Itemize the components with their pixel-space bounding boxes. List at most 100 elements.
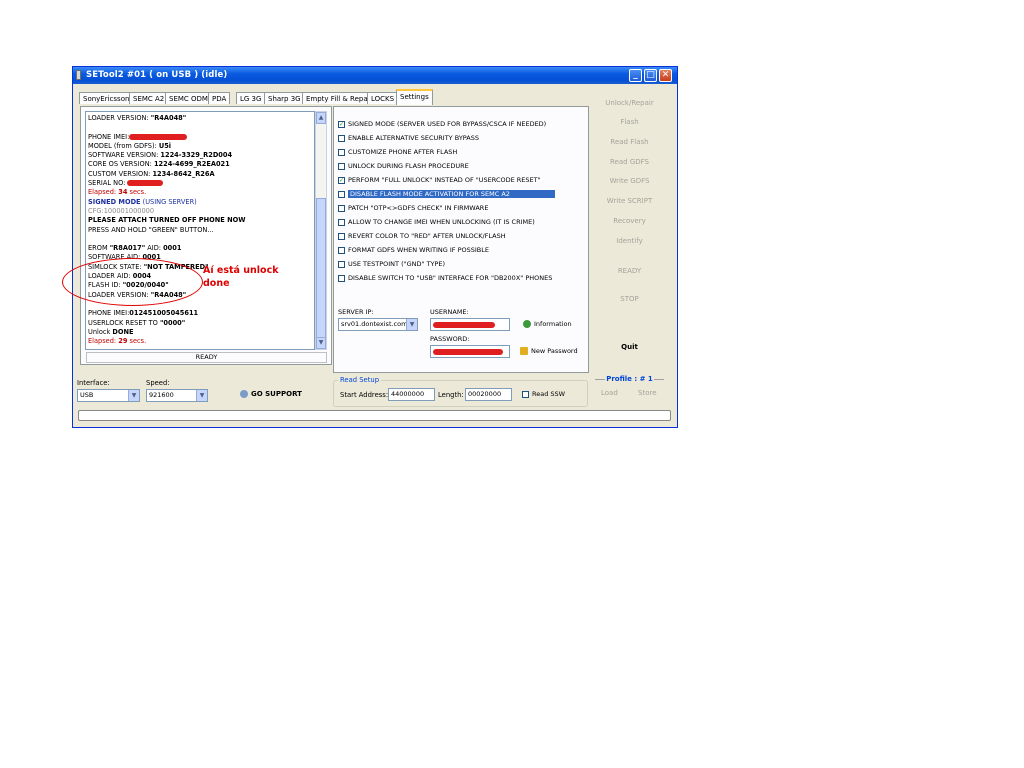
write-gdfs-button[interactable]: Write GDFS [593,174,666,188]
chevron-down-icon[interactable]: ▼ [406,319,417,330]
stop-button[interactable]: STOP [593,292,666,306]
checkbox[interactable] [338,219,345,226]
chevron-down-icon[interactable]: ▼ [128,390,139,401]
read-gdfs-button[interactable]: Read GDFS [593,155,666,169]
ready-indicator: READY [617,267,642,275]
tab-semc-odm[interactable]: SEMC ODM [165,92,212,104]
chevron-down-icon[interactable]: ▼ [196,390,207,401]
tab-settings[interactable]: Settings [396,89,433,105]
checkbox[interactable] [338,261,345,268]
checkbox[interactable] [338,135,345,142]
checkbox[interactable] [338,275,345,282]
speed-select[interactable]: 921600 ▼ [146,389,208,402]
title-bar[interactable]: SETool2 #01 ( on USB ) (idle) _ □ ✕ [73,67,677,84]
option-label: PATCH "OTP<>GDFS CHECK" IN FIRMWARE [348,204,489,212]
tab-sharp-3g[interactable]: Sharp 3G [264,92,305,104]
load-button[interactable]: Load [601,389,618,397]
option-unlock-during-flash[interactable]: UNLOCK DURING FLASH PROCEDURE [338,161,469,172]
checkbox[interactable] [338,149,345,156]
redacted-mark [433,322,495,328]
information-button[interactable]: Information [523,320,572,328]
scroll-thumb[interactable] [316,198,326,346]
minimize-button[interactable]: _ [629,69,642,82]
tab-locks[interactable]: LOCKS [367,92,399,104]
recovery-button[interactable]: Recovery [593,214,666,228]
option-alt-bypass[interactable]: ENABLE ALTERNATIVE SECURITY BYPASS [338,133,479,144]
go-support-button[interactable]: GO SUPPORT [240,390,302,398]
tab-lg-3g[interactable]: LG 3G [236,92,266,104]
tab-pda[interactable]: PDA [208,92,231,104]
option-testpoint[interactable]: USE TESTPOINT ("GND" TYPE) [338,259,445,270]
server-ip-value: srv01.dontexist.com [341,320,408,328]
log-line: PHONE IMEI: [88,309,130,318]
window-title: SETool2 #01 ( on USB ) (idle) [86,70,228,80]
log-line: Elapsed: [88,188,119,197]
start-address-label: Start Address: [340,391,389,399]
length-field[interactable]: 00020000 [465,388,512,401]
settings-panel: ✓ SIGNED MODE (SERVER USED FOR BYPASS/CSC… [333,106,589,373]
interface-label: Interface: [77,379,110,387]
option-revert-color[interactable]: REVERT COLOR TO "RED" AFTER UNLOCK/FLASH [338,231,506,242]
annotation-text: Aí está unlock done [203,264,279,290]
write-script-button[interactable]: Write SCRIPT [593,194,666,208]
log-output[interactable]: LOADER VERSION: "R4A048" PHONE IMEI: MOD… [85,111,315,350]
option-format-gdfs[interactable]: FORMAT GDFS WHEN WRITING IF POSSIBLE [338,245,489,256]
checkbox[interactable] [338,163,345,170]
option-patch-otp[interactable]: PATCH "OTP<>GDFS CHECK" IN FIRMWARE [338,203,488,214]
checkbox[interactable] [338,205,345,212]
option-full-unlock[interactable]: ✓ PERFORM "FULL UNLOCK" INSTEAD OF "USERC… [338,175,541,186]
new-password-button[interactable]: New Password [520,347,578,355]
maximize-button[interactable]: □ [644,69,657,82]
log-panel: LOADER VERSION: "R4A048" PHONE IMEI: MOD… [80,106,332,365]
log-scrollbar[interactable]: ▲ ▼ [315,111,327,350]
flash-button[interactable]: Flash [593,115,666,129]
redacted-mark [127,180,164,187]
log-value: "R8A017" [109,244,146,253]
tab-sonyericsson[interactable]: SonyEricsson [79,92,134,104]
log-value: 1234-8642_R26A [152,169,215,178]
checkbox-checked[interactable]: ✓ [338,177,345,184]
information-label: Information [534,320,572,328]
checkbox[interactable] [338,191,345,198]
password-label: PASSWORD: [430,335,470,343]
option-label: ENABLE ALTERNATIVE SECURITY BYPASS [348,134,479,142]
read-flash-button[interactable]: Read Flash [593,135,666,149]
option-customize-phone[interactable]: CUSTOMIZE PHONE AFTER FLASH [338,147,457,158]
read-setup-group: Read Setup Start Address: 44000000 Lengt… [333,376,588,407]
scroll-up-icon[interactable]: ▲ [316,112,326,124]
setool-window: SETool2 #01 ( on USB ) (idle) _ □ ✕ Sony… [62,66,678,428]
log-value: 012451005045611 [129,309,199,318]
option-signed-mode[interactable]: ✓ SIGNED MODE (SERVER USED FOR BYPASS/CSC… [338,119,546,130]
tab-empty-fill-repair[interactable]: Empty Fill & Repair [302,92,377,104]
read-ssw-option[interactable]: Read SSW [522,389,565,400]
log-value: U5i [158,141,172,150]
unlock-repair-button[interactable]: Unlock/Repair [593,96,666,110]
close-button[interactable]: ✕ [659,69,672,82]
server-ip-label: SERVER IP: [338,308,374,316]
checkbox-checked[interactable]: ✓ [338,121,345,128]
option-label: DISABLE SWITCH TO "USB" INTERFACE FOR "D… [348,274,553,282]
checkbox[interactable] [338,233,345,240]
tab-semc-a2[interactable]: SEMC A2 [129,92,169,104]
option-disable-usb-switch[interactable]: DISABLE SWITCH TO "USB" INTERFACE FOR "D… [338,273,552,284]
log-line: SERIAL NO: [88,179,128,188]
log-value: "0000" [159,318,186,327]
interface-select[interactable]: USB ▼ [77,389,140,402]
checkbox[interactable] [522,391,529,398]
identify-button[interactable]: Identify [593,234,666,248]
quit-button[interactable]: Quit [593,340,666,354]
option-disable-flash-mode[interactable]: DISABLE FLASH MODE ACTIVATION FOR SEMC A… [338,189,555,200]
start-address-field[interactable]: 44000000 [388,388,435,401]
password-field[interactable] [430,345,510,358]
username-field[interactable] [430,318,510,331]
option-change-imei[interactable]: ALLOW TO CHANGE IMEI WHEN UNLOCKING (IT … [338,217,535,228]
read-setup-title: Read Setup [338,376,382,384]
scroll-down-icon[interactable]: ▼ [316,337,326,349]
log-line: PLEASE ATTACH TURNED OFF PHONE NOW [88,216,246,225]
store-button[interactable]: Store [638,389,657,397]
progress-bar [78,410,671,421]
option-label: DISABLE FLASH MODE ACTIVATION FOR SEMC A… [348,190,555,198]
log-line: PHONE IMEI: [88,132,130,141]
checkbox[interactable] [338,247,345,254]
server-ip-select[interactable]: srv01.dontexist.com ▼ [338,318,418,331]
